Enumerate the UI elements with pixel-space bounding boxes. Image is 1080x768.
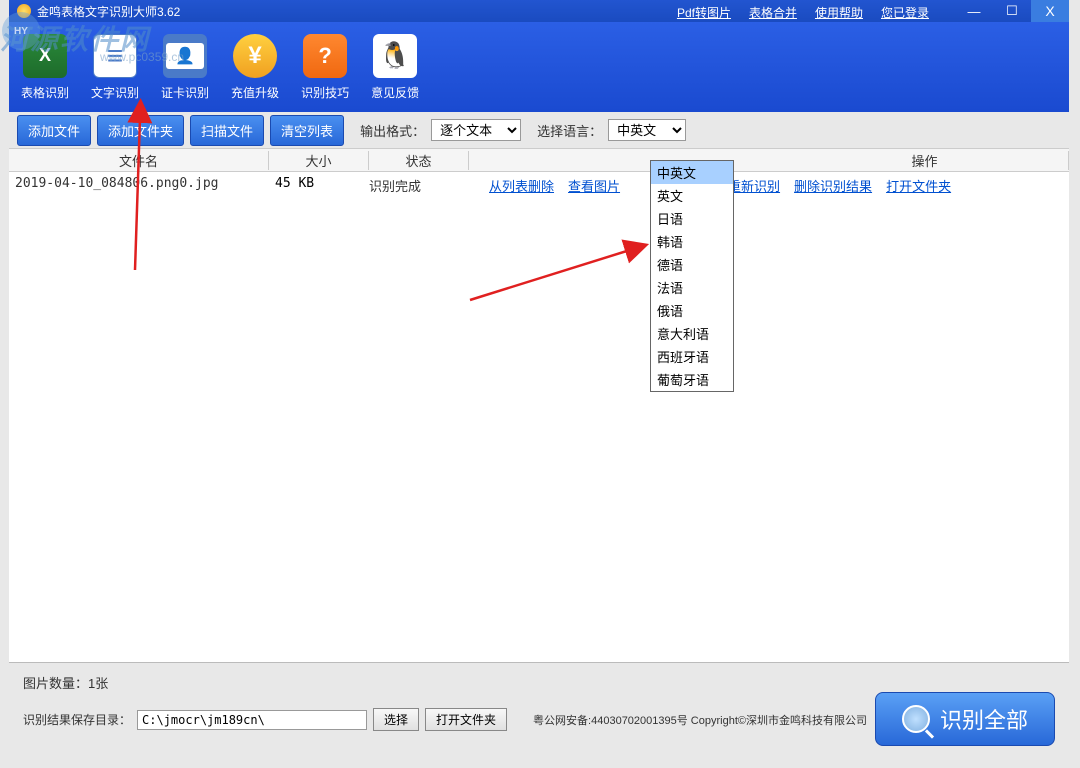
tool-id-ocr[interactable]: 证卡识别 xyxy=(161,34,209,101)
op-delete-from-list[interactable]: 从列表删除 xyxy=(489,176,554,252)
link-logged-in[interactable]: 您已登录 xyxy=(881,4,929,21)
id-card-icon xyxy=(163,34,207,78)
open-folder-button[interactable]: 打开文件夹 xyxy=(425,708,507,731)
op-open-folder[interactable]: 打开文件夹 xyxy=(886,176,951,252)
lang-option-ru[interactable]: 俄语 xyxy=(651,299,733,322)
cell-status: 识别完成 xyxy=(369,176,469,252)
table-row[interactable]: 2019-04-10_084806.png0.jpg 45 KB 识别完成 从列… xyxy=(9,172,1069,256)
add-folder-button[interactable]: 添加文件夹 xyxy=(97,115,184,146)
magnifier-icon xyxy=(902,705,930,733)
language-dropdown[interactable]: 中英文 英文 日语 韩语 德语 法语 俄语 意大利语 西班牙语 葡萄牙语 xyxy=(650,160,734,392)
penguin-icon xyxy=(373,34,417,78)
op-delete-result[interactable]: 删除识别结果 xyxy=(794,176,872,252)
recognize-all-button[interactable]: 识别全部 xyxy=(875,692,1055,746)
excel-icon xyxy=(23,34,67,78)
col-status: 状态 xyxy=(369,151,469,170)
lang-option-zh-en[interactable]: 中英文 xyxy=(651,161,733,184)
link-pdf-to-image[interactable]: Pdf转图片 xyxy=(677,4,731,21)
cell-size: 45 KB xyxy=(269,176,369,252)
clear-list-button[interactable]: 清空列表 xyxy=(270,115,344,146)
minimize-button[interactable]: — xyxy=(955,0,993,22)
save-path-input[interactable] xyxy=(137,710,367,730)
lang-option-it[interactable]: 意大利语 xyxy=(651,322,733,345)
lang-option-ko[interactable]: 韩语 xyxy=(651,230,733,253)
maximize-button[interactable]: ☐ xyxy=(993,0,1031,22)
lang-option-en[interactable]: 英文 xyxy=(651,184,733,207)
save-path-label: 识别结果保存目录： xyxy=(23,711,131,728)
table-header: 文件名 大小 状态 操作 xyxy=(9,148,1069,172)
link-help[interactable]: 使用帮助 xyxy=(815,4,863,21)
link-table-merge[interactable]: 表格合并 xyxy=(749,4,797,21)
select-path-button[interactable]: 选择 xyxy=(373,708,419,731)
add-file-button[interactable]: 添加文件 xyxy=(17,115,91,146)
lang-option-es[interactable]: 西班牙语 xyxy=(651,345,733,368)
output-format-label: 输出格式： xyxy=(360,121,425,140)
window-title: 金鸣表格文字识别大师3.62 xyxy=(37,3,180,20)
close-button[interactable]: X xyxy=(1031,0,1069,22)
op-re-recognize[interactable]: 重新识别 xyxy=(728,176,780,252)
main-toolbar: 表格识别 文字识别 证卡识别 充值升级 识别技巧 意见反馈 xyxy=(9,22,1069,112)
app-icon xyxy=(17,4,31,18)
secondary-toolbar: 添加文件 添加文件夹 扫描文件 清空列表 输出格式： 逐个文本 选择语言： 中英… xyxy=(9,112,1069,148)
status-bar: 图片数量：1张 识别结果保存目录： 选择 打开文件夹 粤公网安备:4403070… xyxy=(9,662,1069,760)
lang-option-pt[interactable]: 葡萄牙语 xyxy=(651,368,733,391)
lang-option-de[interactable]: 德语 xyxy=(651,253,733,276)
question-icon xyxy=(303,34,347,78)
tool-table-ocr[interactable]: 表格识别 xyxy=(21,34,69,101)
output-format-select[interactable]: 逐个文本 xyxy=(431,119,521,141)
file-list: 2019-04-10_084806.png0.jpg 45 KB 识别完成 从列… xyxy=(9,172,1069,644)
lang-option-ja[interactable]: 日语 xyxy=(651,207,733,230)
top-links: Pdf转图片 表格合并 使用帮助 您已登录 xyxy=(677,4,929,21)
tool-feedback[interactable]: 意见反馈 xyxy=(371,34,419,101)
text-lines-icon xyxy=(93,34,137,78)
tool-recharge[interactable]: 充值升级 xyxy=(231,34,279,101)
col-ops: 操作 xyxy=(469,151,1069,170)
language-label: 选择语言： xyxy=(537,121,602,140)
copyright: 粤公网安备:44030702001395号 Copyright©深圳市金鸣科技有… xyxy=(533,712,867,728)
col-size: 大小 xyxy=(269,151,369,170)
tool-text-ocr[interactable]: 文字识别 xyxy=(91,34,139,101)
cell-filename: 2019-04-10_084806.png0.jpg xyxy=(9,176,269,252)
op-view-image[interactable]: 查看图片 xyxy=(568,176,620,252)
scan-file-button[interactable]: 扫描文件 xyxy=(190,115,264,146)
col-filename: 文件名 xyxy=(9,151,269,170)
lang-option-fr[interactable]: 法语 xyxy=(651,276,733,299)
language-select[interactable]: 中英文 xyxy=(608,119,686,141)
coin-icon xyxy=(233,34,277,78)
tool-tips[interactable]: 识别技巧 xyxy=(301,34,349,101)
